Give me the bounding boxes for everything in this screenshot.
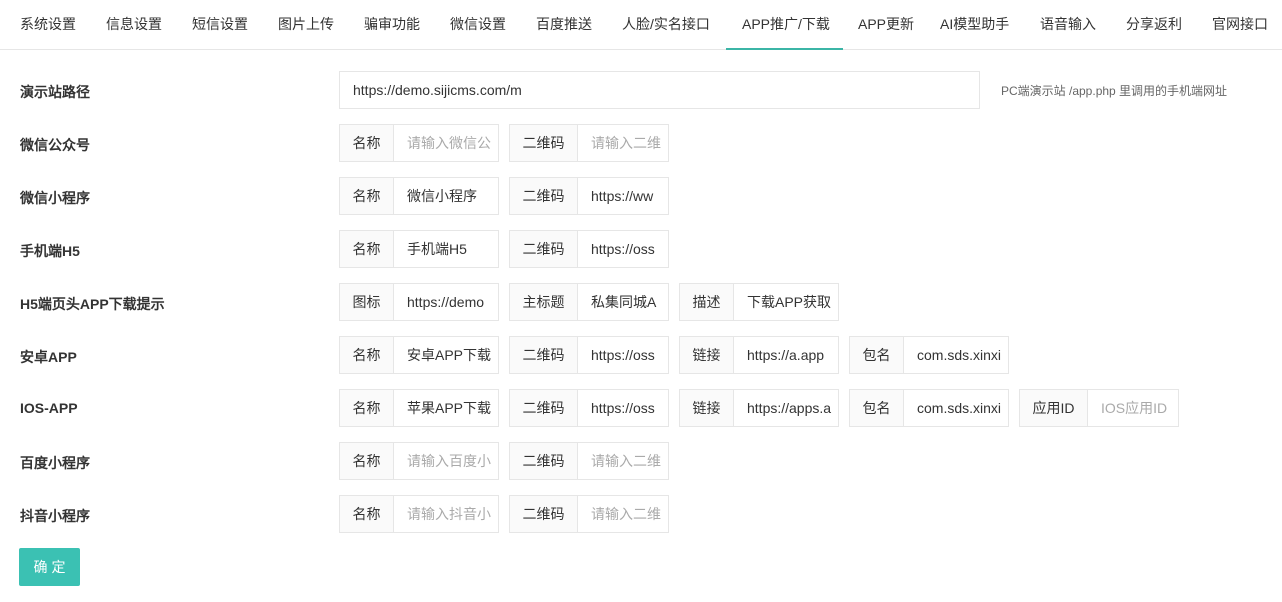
android-package-group[interactable]: 包名 com.sds.xinxi xyxy=(849,336,1009,374)
tab-voice-input[interactable]: 语音输入 xyxy=(1040,0,1096,50)
tab-image-upload[interactable]: 图片上传 xyxy=(278,0,334,50)
field-addon: 链接 xyxy=(680,337,734,373)
field-addon: 二维码 xyxy=(510,390,578,426)
field-addon: 图标 xyxy=(340,284,394,320)
field-addon: 二维码 xyxy=(510,125,578,161)
field-addon: 主标题 xyxy=(510,284,578,320)
tab-share-rebate[interactable]: 分享返利 xyxy=(1126,0,1182,50)
field-addon: 包名 xyxy=(850,390,904,426)
field-addon: 二维码 xyxy=(510,337,578,373)
douyin-qrcode-group[interactable]: 二维码 请输入二维 xyxy=(509,495,669,533)
download-tip-icon-input[interactable]: https://demo xyxy=(394,284,498,320)
submit-button[interactable]: 确定 xyxy=(19,548,80,586)
demo-path-input[interactable]: https://demo.sijicms.com/m xyxy=(339,71,980,109)
field-addon: 描述 xyxy=(680,284,734,320)
download-tip-title-input[interactable]: 私集同城A xyxy=(578,284,668,320)
tab-wechat-settings[interactable]: 微信设置 xyxy=(450,0,506,50)
ios-package-group[interactable]: 包名 com.sds.xinxi xyxy=(849,389,1009,427)
ios-appid-input[interactable]: IOS应用ID xyxy=(1088,390,1178,426)
android-qrcode-input[interactable]: https://oss xyxy=(578,337,668,373)
active-tab-indicator xyxy=(726,48,843,50)
row-label-wechat-miniprogram: 微信小程序 xyxy=(20,190,90,206)
ios-link-group[interactable]: 链接 https://apps.a xyxy=(679,389,839,427)
douyin-qrcode-input[interactable]: 请输入二维 xyxy=(578,496,668,532)
wechat-mini-qrcode-group[interactable]: 二维码 https://ww xyxy=(509,177,669,215)
android-qrcode-group[interactable]: 二维码 https://oss xyxy=(509,336,669,374)
field-addon: 二维码 xyxy=(510,178,578,214)
field-addon: 名称 xyxy=(340,443,394,479)
ios-appid-group[interactable]: 应用ID IOS应用ID xyxy=(1019,389,1179,427)
tab-baidu-push[interactable]: 百度推送 xyxy=(536,0,592,50)
row-label-douyin-miniprogram: 抖音小程序 xyxy=(20,508,90,524)
h5-name-group[interactable]: 名称 手机端H5 xyxy=(339,230,499,268)
android-name-input[interactable]: 安卓APP下载 xyxy=(394,337,498,373)
download-tip-desc-input[interactable]: 下载APP获取 xyxy=(734,284,838,320)
tab-app-update[interactable]: APP更新 xyxy=(858,0,914,50)
tab-sms-settings[interactable]: 短信设置 xyxy=(192,0,248,50)
field-addon: 名称 xyxy=(340,231,394,267)
tab-system-settings[interactable]: 系统设置 xyxy=(20,0,76,50)
demo-path-label: 演示站路径 xyxy=(20,84,90,100)
tab-app-promotion[interactable]: APP推广/下载 xyxy=(742,0,830,50)
download-tip-title-group[interactable]: 主标题 私集同城A xyxy=(509,283,669,321)
field-addon: 名称 xyxy=(340,178,394,214)
tab-face-verification[interactable]: 人脸/实名接口 xyxy=(622,0,710,50)
douyin-name-group[interactable]: 名称 请输入抖音小 xyxy=(339,495,499,533)
field-addon: 应用ID xyxy=(1020,390,1088,426)
field-addon: 二维码 xyxy=(510,443,578,479)
android-name-group[interactable]: 名称 安卓APP下载 xyxy=(339,336,499,374)
ios-qrcode-group[interactable]: 二维码 https://oss xyxy=(509,389,669,427)
field-addon: 包名 xyxy=(850,337,904,373)
wechat-official-name-input[interactable]: 请输入微信公 xyxy=(394,125,498,161)
download-tip-icon-group[interactable]: 图标 https://demo xyxy=(339,283,499,321)
ios-package-input[interactable]: com.sds.xinxi xyxy=(904,390,1008,426)
baidu-name-input[interactable]: 请输入百度小 xyxy=(394,443,498,479)
baidu-qrcode-input[interactable]: 请输入二维 xyxy=(578,443,668,479)
field-addon: 名称 xyxy=(340,337,394,373)
android-link-group[interactable]: 链接 https://a.app xyxy=(679,336,839,374)
field-addon: 名称 xyxy=(340,125,394,161)
field-addon: 链接 xyxy=(680,390,734,426)
android-link-input[interactable]: https://a.app xyxy=(734,337,838,373)
android-package-input[interactable]: com.sds.xinxi xyxy=(904,337,1008,373)
h5-qrcode-group[interactable]: 二维码 https://oss xyxy=(509,230,669,268)
settings-tab-bar: 系统设置 信息设置 短信设置 图片上传 骗审功能 微信设置 百度推送 人脸/实名… xyxy=(0,0,1282,50)
row-label-ios-app: IOS-APP xyxy=(20,400,78,416)
field-addon: 二维码 xyxy=(510,231,578,267)
wechat-mini-name-group[interactable]: 名称 微信小程序 xyxy=(339,177,499,215)
baidu-qrcode-group[interactable]: 二维码 请输入二维 xyxy=(509,442,669,480)
baidu-name-group[interactable]: 名称 请输入百度小 xyxy=(339,442,499,480)
row-label-mobile-h5: 手机端H5 xyxy=(20,243,80,259)
demo-path-hint: PC端演示站 /app.php 里调用的手机端网址 xyxy=(1001,84,1228,98)
ios-name-input[interactable]: 苹果APP下载 xyxy=(394,390,498,426)
wechat-official-qrcode-input[interactable]: 请输入二维 xyxy=(578,125,668,161)
ios-name-group[interactable]: 名称 苹果APP下载 xyxy=(339,389,499,427)
download-tip-desc-group[interactable]: 描述 下载APP获取 xyxy=(679,283,839,321)
ios-qrcode-input[interactable]: https://oss xyxy=(578,390,668,426)
field-addon: 二维码 xyxy=(510,496,578,532)
row-label-android-app: 安卓APP xyxy=(20,349,77,365)
field-addon: 名称 xyxy=(340,496,394,532)
wechat-mini-qrcode-input[interactable]: https://ww xyxy=(578,178,668,214)
douyin-name-input[interactable]: 请输入抖音小 xyxy=(394,496,498,532)
tab-website-api[interactable]: 官网接口 xyxy=(1212,0,1268,50)
tab-info-settings[interactable]: 信息设置 xyxy=(106,0,162,50)
h5-name-input[interactable]: 手机端H5 xyxy=(394,231,498,267)
wechat-official-name-group[interactable]: 名称 请输入微信公 xyxy=(339,124,499,162)
h5-qrcode-input[interactable]: https://oss xyxy=(578,231,668,267)
row-label-wechat-official: 微信公众号 xyxy=(20,137,90,153)
tab-ai-assistant[interactable]: AI模型助手 xyxy=(940,0,1009,50)
wechat-official-qrcode-group[interactable]: 二维码 请输入二维 xyxy=(509,124,669,162)
tab-review-bypass[interactable]: 骗审功能 xyxy=(364,0,420,50)
field-addon: 名称 xyxy=(340,390,394,426)
row-label-baidu-miniprogram: 百度小程序 xyxy=(20,455,90,471)
ios-link-input[interactable]: https://apps.a xyxy=(734,390,838,426)
wechat-mini-name-input[interactable]: 微信小程序 xyxy=(394,178,498,214)
row-label-h5-download-tip: H5端页头APP下载提示 xyxy=(20,296,165,312)
